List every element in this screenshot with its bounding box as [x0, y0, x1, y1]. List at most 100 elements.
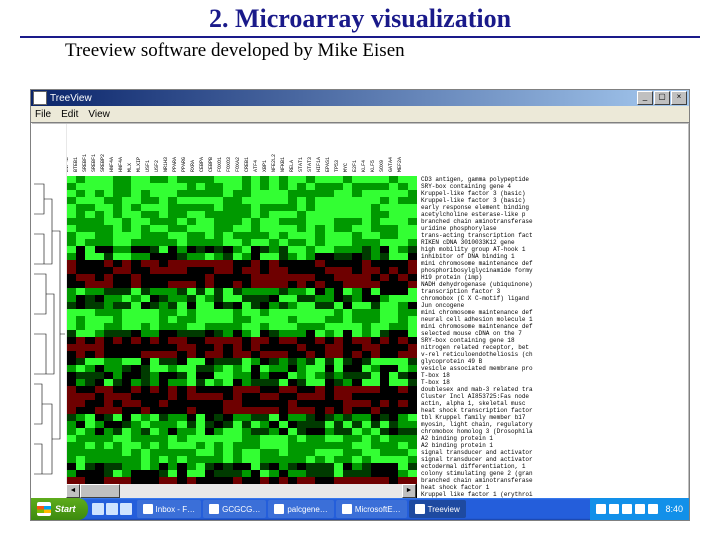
- heatmap-cell[interactable]: [223, 239, 232, 246]
- heatmap-cell[interactable]: [380, 239, 389, 246]
- heatmap-cell[interactable]: [362, 463, 371, 470]
- heatmap-cell[interactable]: [279, 421, 288, 428]
- heatmap-cell[interactable]: [315, 344, 324, 351]
- tray-clock[interactable]: 8:40: [665, 504, 683, 514]
- heatmap-cell[interactable]: [131, 337, 140, 344]
- heatmap-cell[interactable]: [251, 232, 260, 239]
- heatmap-cell[interactable]: [260, 470, 269, 477]
- heatmap-cell[interactable]: [223, 386, 232, 393]
- heatmap-cell[interactable]: [352, 288, 361, 295]
- heatmap-cell[interactable]: [242, 470, 251, 477]
- heatmap-cell[interactable]: [177, 295, 186, 302]
- heatmap-cell[interactable]: [113, 225, 122, 232]
- heatmap-cell[interactable]: [131, 323, 140, 330]
- heatmap-cell[interactable]: [334, 281, 343, 288]
- heatmap-cell[interactable]: [76, 351, 85, 358]
- heatmap-cell[interactable]: [187, 302, 196, 309]
- heatmap-cell[interactable]: [297, 274, 306, 281]
- heatmap-cell[interactable]: [150, 400, 159, 407]
- heatmap-cell[interactable]: [67, 225, 76, 232]
- heatmap-cell[interactable]: [76, 183, 85, 190]
- heatmap-cell[interactable]: [288, 372, 297, 379]
- heatmap-cell[interactable]: [371, 267, 380, 274]
- heatmap-cell[interactable]: [76, 337, 85, 344]
- heatmap-cell[interactable]: [260, 204, 269, 211]
- heatmap-cell[interactable]: [297, 358, 306, 365]
- heatmap-cell[interactable]: [288, 274, 297, 281]
- heatmap-cell[interactable]: [223, 456, 232, 463]
- heatmap-cell[interactable]: [343, 393, 352, 400]
- heatmap-cell[interactable]: [223, 358, 232, 365]
- heatmap-cell[interactable]: [122, 435, 131, 442]
- heatmap-cell[interactable]: [95, 281, 104, 288]
- heatmap-cell[interactable]: [334, 246, 343, 253]
- heatmap-cell[interactable]: [371, 386, 380, 393]
- heatmap-cell[interactable]: [334, 449, 343, 456]
- heatmap-cell[interactable]: [334, 477, 343, 484]
- heatmap-cell[interactable]: [362, 260, 371, 267]
- heatmap-cell[interactable]: [352, 190, 361, 197]
- heatmap-cell[interactable]: [269, 449, 278, 456]
- heatmap-cell[interactable]: [85, 295, 94, 302]
- heatmap-cell[interactable]: [343, 246, 352, 253]
- heatmap-cell[interactable]: [113, 281, 122, 288]
- heatmap-cell[interactable]: [269, 183, 278, 190]
- heatmap-cell[interactable]: [159, 435, 168, 442]
- heatmap-cell[interactable]: [398, 239, 407, 246]
- heatmap-cell[interactable]: [233, 449, 242, 456]
- heatmap-cell[interactable]: [113, 358, 122, 365]
- heatmap-cell[interactable]: [214, 260, 223, 267]
- heatmap-cell[interactable]: [279, 323, 288, 330]
- heatmap-cell[interactable]: [251, 407, 260, 414]
- heatmap-cell[interactable]: [288, 183, 297, 190]
- heatmap-cell[interactable]: [380, 463, 389, 470]
- heatmap-cell[interactable]: [196, 232, 205, 239]
- heatmap-cell[interactable]: [122, 386, 131, 393]
- heatmap-cell[interactable]: [76, 393, 85, 400]
- heatmap-cell[interactable]: [122, 428, 131, 435]
- heatmap-cell[interactable]: [159, 316, 168, 323]
- heatmap-cell[interactable]: [177, 379, 186, 386]
- heatmap-cell[interactable]: [297, 393, 306, 400]
- heatmap-cell[interactable]: [159, 407, 168, 414]
- heatmap-cell[interactable]: [104, 435, 113, 442]
- heatmap-cell[interactable]: [233, 295, 242, 302]
- heatmap-cell[interactable]: [113, 190, 122, 197]
- heatmap-cell[interactable]: [159, 183, 168, 190]
- heatmap-cell[interactable]: [168, 288, 177, 295]
- heatmap-cell[interactable]: [389, 470, 398, 477]
- heatmap-cell[interactable]: [251, 239, 260, 246]
- heatmap-cell[interactable]: [260, 190, 269, 197]
- heatmap-cell[interactable]: [177, 309, 186, 316]
- heatmap-cell[interactable]: [214, 267, 223, 274]
- heatmap-cell[interactable]: [159, 190, 168, 197]
- heatmap-cell[interactable]: [306, 428, 315, 435]
- heatmap-cell[interactable]: [196, 407, 205, 414]
- heatmap-cell[interactable]: [159, 463, 168, 470]
- heatmap-cell[interactable]: [352, 295, 361, 302]
- heatmap-cell[interactable]: [315, 288, 324, 295]
- heatmap-cell[interactable]: [177, 183, 186, 190]
- heatmap-cell[interactable]: [343, 260, 352, 267]
- heatmap-cell[interactable]: [104, 211, 113, 218]
- heatmap-cell[interactable]: [168, 421, 177, 428]
- column-header[interactable]: KLF5: [370, 164, 376, 172]
- heatmap-cell[interactable]: [251, 330, 260, 337]
- heatmap-cell[interactable]: [269, 442, 278, 449]
- heatmap-cell[interactable]: [223, 470, 232, 477]
- gene-label[interactable]: high mobility group AT-hook 1: [421, 246, 686, 253]
- heatmap-cell[interactable]: [141, 197, 150, 204]
- heatmap-cell[interactable]: [150, 225, 159, 232]
- heatmap-cell[interactable]: [315, 281, 324, 288]
- heatmap-cell[interactable]: [168, 302, 177, 309]
- heatmap-cell[interactable]: [168, 379, 177, 386]
- heatmap-cell[interactable]: [150, 365, 159, 372]
- heatmap-cell[interactable]: [315, 204, 324, 211]
- column-header[interactable]: HNF4A: [118, 164, 124, 172]
- heatmap-cell[interactable]: [288, 239, 297, 246]
- heatmap-cell[interactable]: [196, 295, 205, 302]
- heatmap-cell[interactable]: [141, 316, 150, 323]
- heatmap-cell[interactable]: [205, 372, 214, 379]
- heatmap-cell[interactable]: [389, 232, 398, 239]
- heatmap-cell[interactable]: [251, 386, 260, 393]
